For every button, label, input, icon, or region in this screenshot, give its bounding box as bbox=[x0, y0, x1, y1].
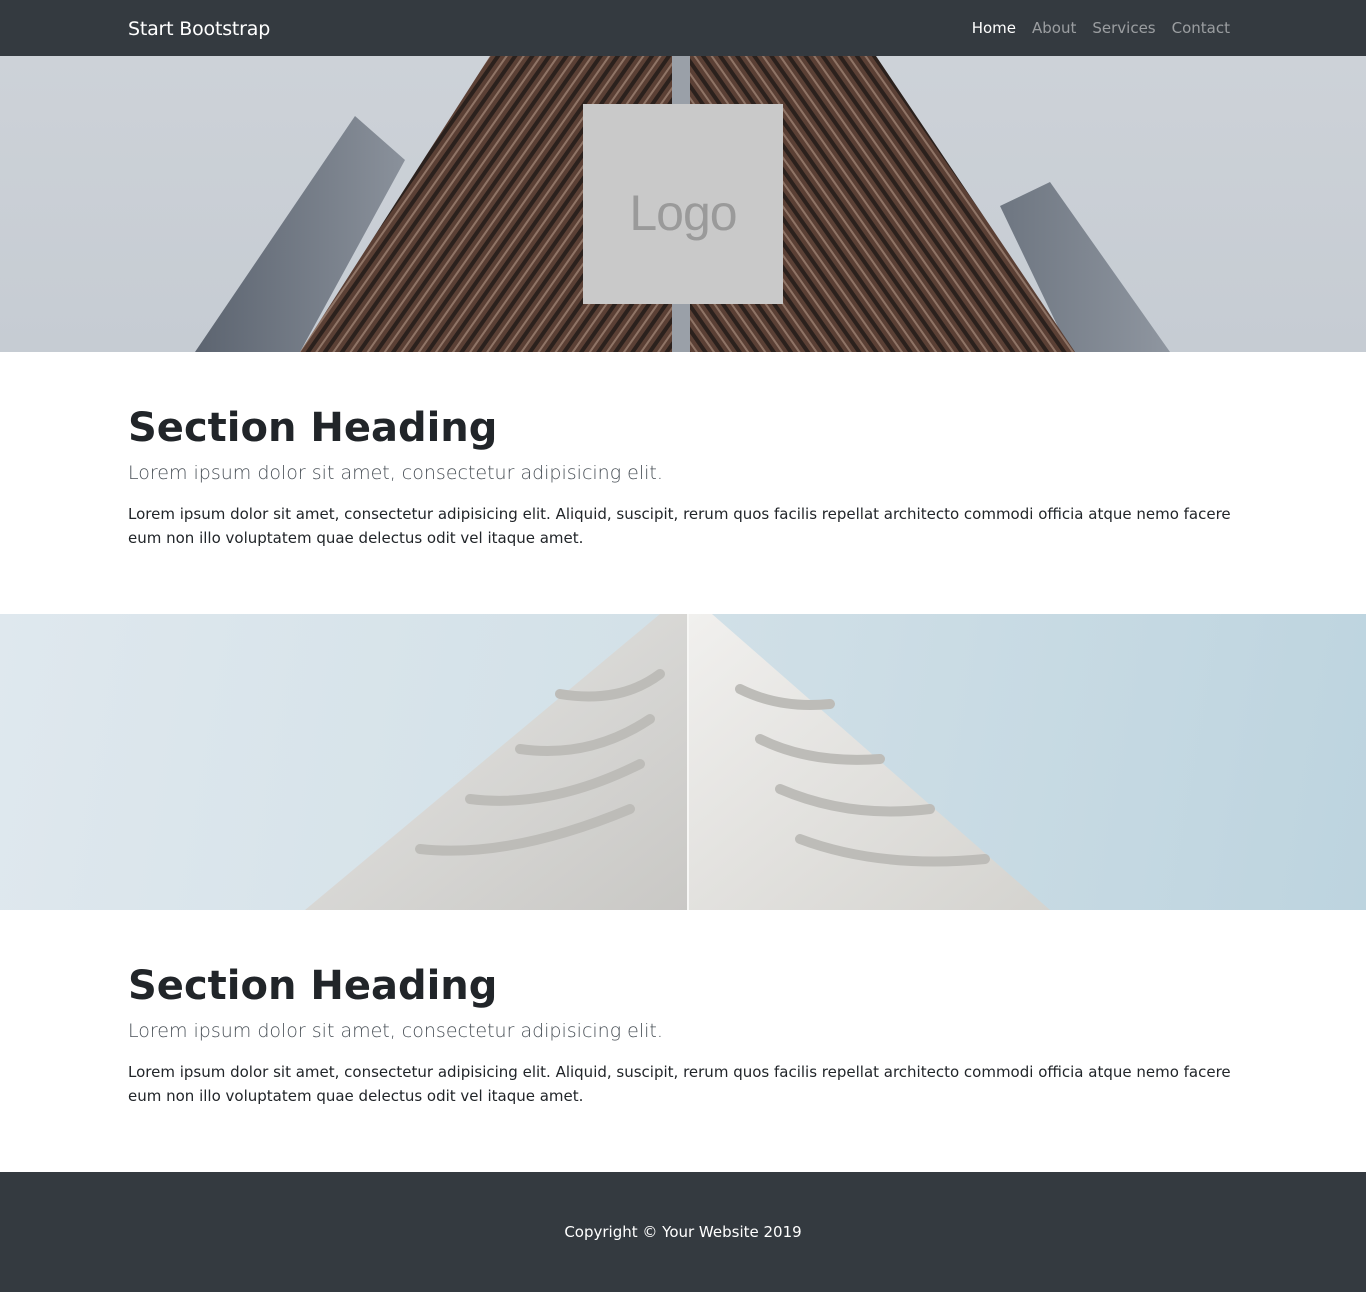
hero-banner-middle bbox=[0, 614, 1366, 910]
nav-link-services[interactable]: Services bbox=[1092, 18, 1155, 38]
nav-link-contact[interactable]: Contact bbox=[1172, 18, 1230, 38]
content-section-2: Section Heading Lorem ipsum dolor sit am… bbox=[128, 962, 1238, 1108]
section-body: Lorem ipsum dolor sit amet, consectetur … bbox=[128, 1063, 1231, 1105]
section-lead: Lorem ipsum dolor sit amet, consectetur … bbox=[128, 1020, 663, 1042]
hero-banner-top: Logo bbox=[0, 56, 1366, 352]
navbar: Start Bootstrap Home About Services Cont… bbox=[0, 0, 1366, 56]
section-heading: Section Heading bbox=[128, 405, 498, 451]
nav-link-home[interactable]: Home bbox=[972, 18, 1016, 38]
building-photo-light bbox=[305, 614, 1050, 910]
nav-links: Home About Services Contact bbox=[972, 18, 1230, 38]
nav-link-about[interactable]: About bbox=[1032, 18, 1076, 38]
logo-text: Logo bbox=[629, 185, 737, 241]
section-body: Lorem ipsum dolor sit amet, consectetur … bbox=[128, 505, 1231, 547]
footer-copyright: Copyright © Your Website 2019 bbox=[564, 1223, 802, 1241]
footer: Copyright © Your Website 2019 bbox=[0, 1172, 1366, 1292]
navbar-brand[interactable]: Start Bootstrap bbox=[128, 16, 270, 42]
content-section-1: Section Heading Lorem ipsum dolor sit am… bbox=[128, 404, 1238, 550]
section-heading: Section Heading bbox=[128, 963, 498, 1009]
logo-placeholder: Logo bbox=[583, 104, 783, 304]
section-lead: Lorem ipsum dolor sit amet, consectetur … bbox=[128, 462, 663, 484]
